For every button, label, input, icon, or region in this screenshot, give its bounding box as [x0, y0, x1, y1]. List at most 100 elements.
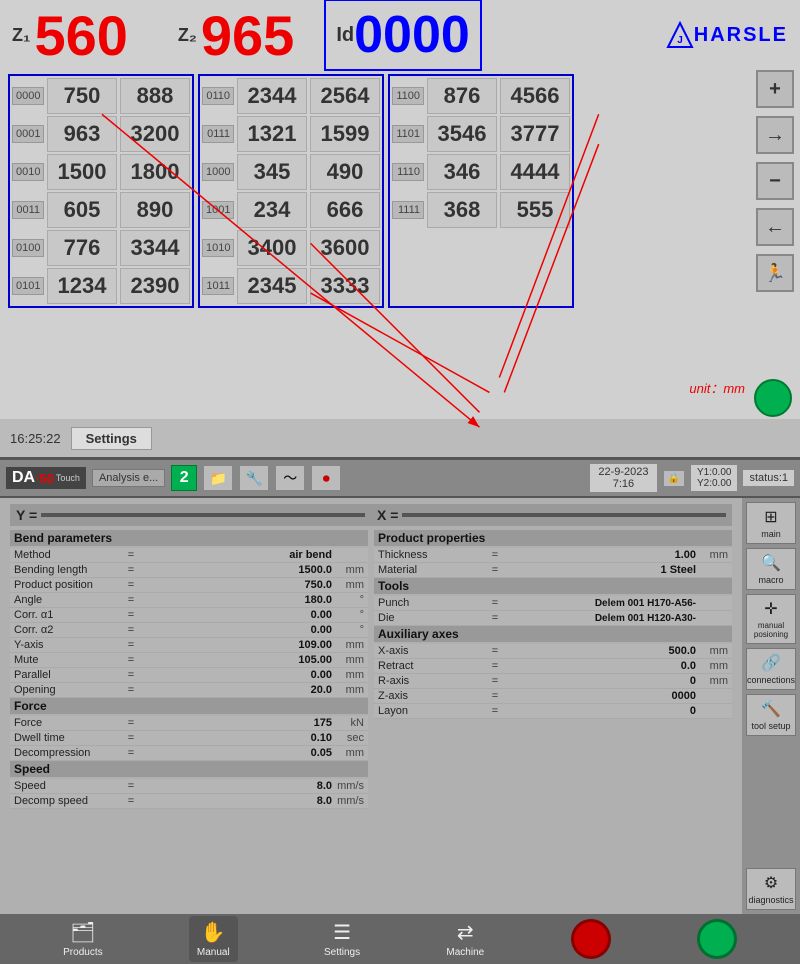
- param-name: Die: [378, 612, 488, 624]
- row-id: 0010: [12, 163, 44, 181]
- da-content: Y = X = Bend parameters Method =: [0, 498, 800, 914]
- table-row: 0100 776 3344: [12, 230, 190, 266]
- row-val2: 2564: [310, 78, 380, 114]
- row-id: 0111: [202, 125, 234, 143]
- da-panel: DA ·50 Touch Analysis e... 2 📁 🔧 〜 ⏺ 22-…: [0, 460, 800, 964]
- param-val: 1.00: [502, 549, 700, 561]
- table-row: 1111 368 555: [392, 192, 570, 228]
- param-name: Decomp speed: [14, 795, 124, 807]
- green-circle-button[interactable]: [754, 379, 792, 417]
- param-dwell-time: Dwell time = 0.10 sec: [10, 731, 368, 746]
- speed-title: Speed: [10, 761, 368, 777]
- param-mute: Mute = 105.00 mm: [10, 653, 368, 668]
- row-val1: 605: [47, 192, 117, 228]
- param-name: Angle: [14, 594, 124, 606]
- aux-axes-title: Auxiliary axes: [374, 626, 732, 642]
- arrow-right-button[interactable]: →: [756, 116, 794, 154]
- person-icon-button[interactable]: 🏃: [756, 254, 794, 292]
- row-val2: 1599: [310, 116, 380, 152]
- param-name: Punch: [378, 597, 488, 609]
- param-name: Dwell time: [14, 732, 124, 744]
- z1-label: Z₁: [12, 25, 30, 46]
- products-icon: 🗂: [70, 920, 95, 945]
- sidebar-item-manual[interactable]: ✛ manual posioning: [746, 594, 796, 644]
- unit-label: unit：mm: [689, 378, 745, 397]
- tool-setup-icon: 🔨: [761, 699, 781, 719]
- da-header: DA ·50 Touch Analysis e... 2 📁 🔧 〜 ⏺ 22-…: [0, 460, 800, 498]
- param-val: 0.10: [138, 732, 336, 744]
- y1y2-display: Y1:0.00 Y2:0.00: [691, 465, 737, 491]
- param-val: 0.0: [502, 660, 700, 672]
- param-corr-a2: Corr. α2 = 0.00 °: [10, 623, 368, 638]
- param-decomp-speed: Decomp speed = 8.0 mm/s: [10, 794, 368, 809]
- task-manual[interactable]: ✋ Manual: [189, 916, 238, 962]
- sidebar-item-label: manual posioning: [749, 621, 793, 639]
- row-val2: 555: [500, 192, 570, 228]
- param-val: 0.00: [138, 624, 336, 636]
- x-eq-label: X =: [371, 507, 732, 523]
- param-corr-a1: Corr. α1 = 0.00 °: [10, 608, 368, 623]
- folder-icon-button[interactable]: 📁: [203, 465, 233, 491]
- id-box: Id 0000: [324, 0, 481, 71]
- xy-bar: Y = X =: [10, 504, 732, 526]
- row-val1: 776: [47, 230, 117, 266]
- plus-button[interactable]: +: [756, 70, 794, 108]
- row-id: 1101: [392, 125, 424, 143]
- x-eq-text: X =: [377, 507, 398, 523]
- arrow-left-button[interactable]: ←: [756, 208, 794, 246]
- param-name: Z-axis: [378, 690, 488, 702]
- param-val: 8.0: [138, 780, 336, 792]
- row-val2: 490: [310, 154, 380, 190]
- row-id: 1110: [392, 163, 424, 181]
- sidebar-item-diagnostics[interactable]: ⚙ diagnostics: [746, 868, 796, 910]
- param-product-position: Product position = 750.0 mm: [10, 578, 368, 593]
- row-id: 1001: [202, 201, 234, 219]
- param-name: Bending length: [14, 564, 124, 576]
- task-machine[interactable]: ⇄ Machine: [446, 920, 484, 958]
- param-val: 20.0: [138, 684, 336, 696]
- analysis-button[interactable]: Analysis e...: [92, 469, 165, 487]
- table-row: 0101 1234 2390: [12, 268, 190, 304]
- row-id: 0100: [12, 239, 44, 257]
- green-circle-button-taskbar[interactable]: [697, 919, 737, 959]
- param-opening: Opening = 20.0 mm: [10, 683, 368, 698]
- sidebar-item-main[interactable]: ⊞ main: [746, 502, 796, 544]
- sidebar-item-macro[interactable]: 🔍 macro: [746, 548, 796, 590]
- param-decompression: Decompression = 0.05 mm: [10, 746, 368, 761]
- row-val1: 2344: [237, 78, 307, 114]
- row-id: 1100: [392, 87, 424, 105]
- program-number: 2: [171, 465, 197, 491]
- harsle-icon: J: [666, 21, 694, 49]
- minus-button[interactable]: −: [756, 162, 794, 200]
- tools-icon-button[interactable]: 🔧: [239, 465, 269, 491]
- red-circle-button[interactable]: [571, 919, 611, 959]
- table-row: 1001 234 666: [202, 192, 380, 228]
- sidebar-item-connections[interactable]: 🔗 connections: [746, 648, 796, 690]
- machine-icon: ⇄: [457, 920, 474, 945]
- force-title: Force: [10, 698, 368, 714]
- task-products[interactable]: 🗂 Products: [63, 920, 102, 958]
- harsle-logo: J HARSLE: [666, 21, 788, 49]
- table-row: 1000 345 490: [202, 154, 380, 190]
- da-logo-text: DA: [12, 469, 35, 487]
- param-die: Die = Delem 001 H120-A30-: [374, 611, 732, 626]
- task-settings[interactable]: ☰ Settings: [324, 920, 360, 958]
- param-name: Thickness: [378, 549, 488, 561]
- param-name: Speed: [14, 780, 124, 792]
- param-val: 750.0: [138, 579, 336, 591]
- settings-button[interactable]: Settings: [71, 427, 152, 450]
- table-row: 1101 3546 3777: [392, 116, 570, 152]
- sidebar-item-tool-setup[interactable]: 🔨 tool setup: [746, 694, 796, 736]
- harsle-text: HARSLE: [694, 24, 788, 47]
- table-row: 0111 1321 1599: [202, 116, 380, 152]
- table-row: 0001 963 3200: [12, 116, 190, 152]
- bend-params-title: Bend parameters: [10, 530, 368, 546]
- da-logo-sub: Touch: [56, 473, 80, 483]
- row-val2: 666: [310, 192, 380, 228]
- table-row: 1110 346 4444: [392, 154, 570, 190]
- param-layon: Layon = 0: [374, 704, 732, 719]
- svg-text:J: J: [677, 35, 683, 46]
- wave-icon-button[interactable]: 〜: [275, 465, 305, 491]
- param-name: Corr. α1: [14, 609, 124, 621]
- record-icon-button[interactable]: ⏺: [311, 465, 341, 491]
